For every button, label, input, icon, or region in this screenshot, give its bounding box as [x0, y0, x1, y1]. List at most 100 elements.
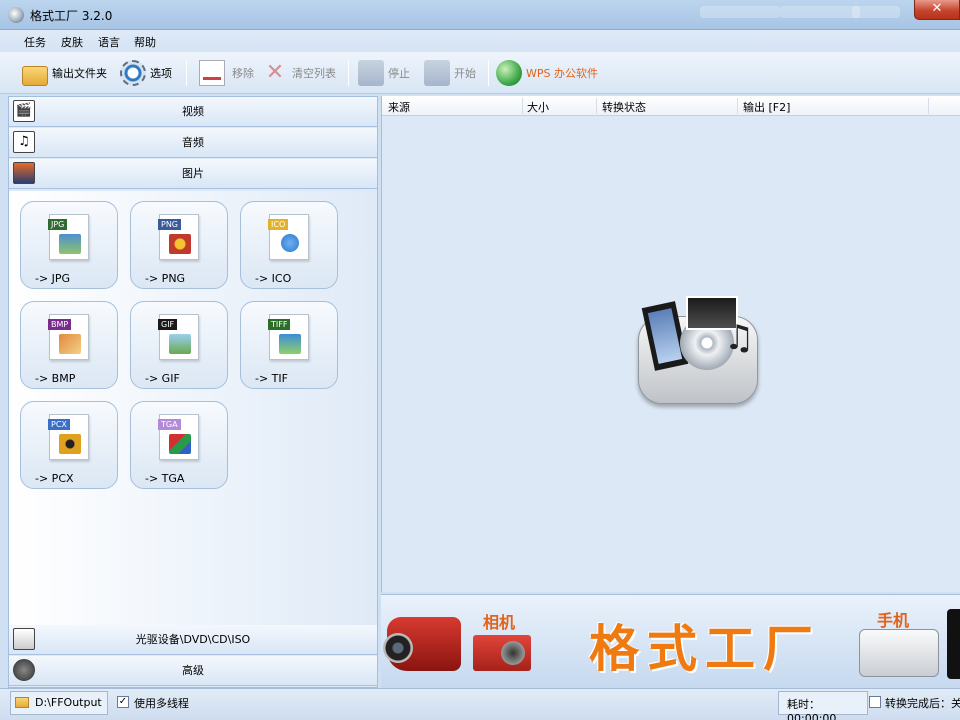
output-folder-label: 输出文件夹	[52, 67, 107, 80]
music-note-icon: ♫	[724, 318, 755, 358]
category-image-label: 图片	[182, 167, 204, 180]
multithread-label: 使用多线程	[134, 697, 189, 710]
banner-title: 格式工厂	[589, 620, 821, 678]
image-thumbnail	[59, 234, 81, 254]
format-tag: BMP	[48, 319, 72, 330]
window-title: 格式工厂 3.2.0	[30, 9, 113, 23]
menu-language[interactable]: 语言	[98, 34, 120, 50]
menu-bar: 任务 皮肤 语言 帮助	[0, 30, 960, 52]
titlebar-ghost-item	[700, 6, 780, 18]
video-icon: 🎬	[13, 100, 35, 122]
category-panel: 🎬 视频 ♫ 音频 图片 JPG -> JPG PNG -> PNG ICO -…	[8, 96, 378, 688]
task-table-header: 来源 大小 转换状态 输出 [F2]	[382, 96, 960, 116]
format-tag: GIF	[158, 319, 178, 330]
title-bar: 格式工厂 3.2.0 ✕	[0, 0, 960, 30]
toolbar-separator	[348, 60, 349, 86]
clear-list-button[interactable]: ✕ 清空列表	[262, 58, 336, 88]
after-done-label: 转换完成后：关	[885, 697, 960, 710]
png-file-icon: PNG	[158, 214, 199, 260]
tiff-file-icon: TIFF	[268, 314, 309, 360]
format-label: -> TIF	[255, 372, 288, 385]
remove-button[interactable]: 移除	[196, 58, 254, 88]
column-size[interactable]: 大小	[527, 99, 549, 115]
image-thumbnail	[59, 334, 81, 354]
category-advanced-label: 高级	[182, 664, 204, 677]
format-png-button[interactable]: PNG -> PNG	[130, 201, 228, 289]
titlebar-ghost-item	[780, 6, 860, 18]
format-jpg-button[interactable]: JPG -> JPG	[20, 201, 118, 289]
column-source[interactable]: 来源	[388, 99, 410, 115]
stop-film-icon	[358, 60, 384, 86]
toolbar-separator	[488, 60, 489, 86]
options-button[interactable]: 选项	[120, 58, 172, 88]
folder-icon	[22, 66, 48, 86]
image-thumbnail	[169, 334, 191, 354]
image-thumbnail	[169, 234, 191, 254]
gear-icon	[120, 60, 146, 86]
output-folder-button[interactable]: 输出文件夹	[22, 58, 107, 88]
image-thumbnail	[59, 434, 81, 454]
start-button[interactable]: 开始	[424, 58, 476, 88]
category-advanced[interactable]: 高级	[9, 656, 377, 686]
format-grid: JPG -> JPG PNG -> PNG ICO -> ICO BMP -> …	[9, 191, 377, 625]
remove-label: 移除	[232, 67, 254, 80]
category-video-label: 视频	[182, 105, 204, 118]
format-tag: PNG	[158, 219, 182, 230]
wps-label: WPS 办公软件	[526, 67, 598, 80]
column-separator[interactable]	[928, 98, 929, 114]
clear-x-icon: ✕	[265, 60, 285, 85]
menu-skin[interactable]: 皮肤	[61, 34, 83, 50]
picture-icon	[13, 162, 35, 184]
phone-icon	[859, 629, 939, 677]
menu-task[interactable]: 任务	[24, 34, 46, 50]
format-tif-button[interactable]: TIFF -> TIF	[240, 301, 338, 389]
column-output[interactable]: 输出 [F2]	[743, 99, 790, 115]
music-note-icon: ♫	[13, 131, 35, 153]
info-icon	[281, 234, 299, 252]
category-video[interactable]: 🎬 视频	[9, 97, 377, 127]
wps-button[interactable]: WPS 办公软件	[496, 58, 598, 88]
disc-drive-icon	[13, 628, 35, 650]
format-gif-button[interactable]: GIF -> GIF	[130, 301, 228, 389]
column-separator[interactable]	[596, 98, 597, 114]
format-label: -> TGA	[145, 472, 185, 485]
ad-banner[interactable]: 相机 格式工厂 手机	[381, 594, 960, 688]
task-list-panel[interactable]: 来源 大小 转换状态 输出 [F2] ♫	[381, 96, 960, 592]
column-separator[interactable]	[522, 98, 523, 114]
category-audio[interactable]: ♫ 音频	[9, 128, 377, 158]
app-icon[interactable]	[8, 7, 24, 23]
format-tag: TIFF	[268, 319, 291, 330]
toolbar: 输出文件夹 选项 移除 ✕ 清空列表 停止 开始 WPS 办公软件	[0, 52, 960, 94]
stop-button[interactable]: 停止	[358, 58, 410, 88]
format-label: -> ICO	[255, 272, 292, 285]
menu-help[interactable]: 帮助	[134, 34, 156, 50]
format-tga-button[interactable]: TGA -> TGA	[130, 401, 228, 489]
start-film-icon	[424, 60, 450, 86]
smartphone-icon	[947, 609, 960, 679]
pcx-file-icon: PCX	[48, 414, 89, 460]
category-image[interactable]: 图片	[9, 159, 377, 189]
elapsed-segment: 耗时：00:00:00	[778, 691, 868, 720]
category-dvd[interactable]: 光驱设备\DVD\CD\ISO	[9, 625, 377, 655]
column-separator[interactable]	[737, 98, 738, 114]
format-factory-logo: ♫	[634, 296, 764, 406]
start-label: 开始	[454, 67, 476, 80]
column-status[interactable]: 转换状态	[602, 99, 646, 115]
options-label: 选项	[150, 67, 172, 80]
output-path-segment[interactable]: D:\FFOutput	[10, 691, 108, 715]
titlebar-ghost-item	[852, 6, 900, 18]
multithread-checkbox[interactable]: ✓	[117, 696, 129, 708]
format-label: -> BMP	[35, 372, 76, 385]
format-bmp-button[interactable]: BMP -> BMP	[20, 301, 118, 389]
camera-icon	[473, 635, 531, 671]
format-tag: ICO	[268, 219, 289, 230]
format-tag: JPG	[48, 219, 68, 230]
format-pcx-button[interactable]: PCX -> PCX	[20, 401, 118, 489]
stop-label: 停止	[388, 67, 410, 80]
output-path: D:\FFOutput	[35, 696, 102, 709]
toolbar-separator	[186, 60, 187, 86]
after-done-checkbox[interactable]	[869, 696, 881, 708]
elapsed-time: 耗时：00:00:00	[787, 698, 837, 720]
format-ico-button[interactable]: ICO -> ICO	[240, 201, 338, 289]
close-button[interactable]: ✕	[914, 0, 960, 20]
